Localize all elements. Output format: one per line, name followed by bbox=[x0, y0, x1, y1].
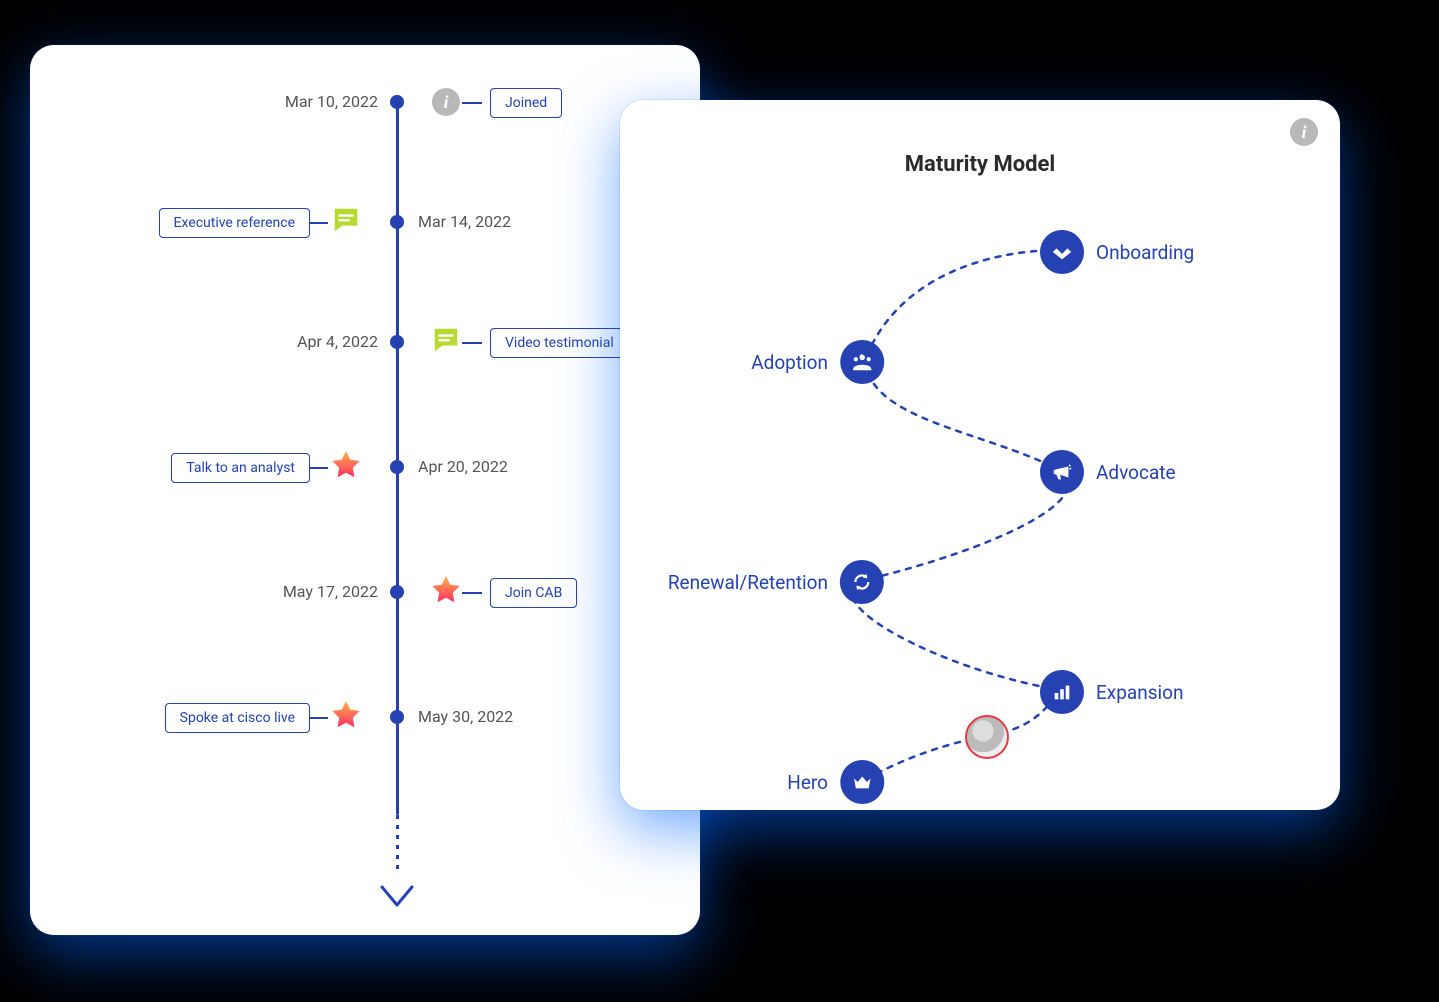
current-position-avatar[interactable] bbox=[965, 715, 1009, 759]
timeline-badge[interactable]: Video testimonial bbox=[490, 328, 629, 358]
timeline-connector bbox=[308, 717, 328, 719]
maturity-card: i Maturity Model Onboarding Adoption Advoc… bbox=[620, 100, 1340, 810]
maturity-stage-label: Advocate bbox=[1096, 461, 1176, 484]
timeline-dot bbox=[390, 460, 404, 474]
timeline-dot bbox=[390, 585, 404, 599]
maturity-path bbox=[640, 200, 1320, 790]
maturity-stage-label: Onboarding bbox=[1096, 241, 1194, 264]
maturity-stage[interactable]: Expansion bbox=[1040, 670, 1183, 714]
maturity-title: Maturity Model bbox=[620, 152, 1340, 177]
timeline-connector bbox=[462, 592, 482, 594]
timeline-connector bbox=[462, 102, 482, 104]
crown-icon bbox=[840, 760, 884, 804]
maturity-stage-label: Hero bbox=[787, 771, 828, 794]
timeline-event: Apr 4, 2022 Video testimonial bbox=[30, 320, 700, 364]
stage: Mar 10, 2022 i Joined Mar 14, 2022 Executive… bbox=[0, 0, 1439, 1002]
timeline-card: Mar 10, 2022 i Joined Mar 14, 2022 Executive… bbox=[30, 45, 700, 935]
megaphone-icon bbox=[1040, 450, 1084, 494]
maturity-stage[interactable]: Hero bbox=[787, 760, 884, 804]
timeline-date: May 17, 2022 bbox=[283, 582, 378, 601]
timeline-event: Mar 10, 2022 i Joined bbox=[30, 80, 700, 124]
chevron-down-icon[interactable] bbox=[376, 875, 418, 917]
timeline-connector bbox=[308, 467, 328, 469]
timeline-badge[interactable]: Talk to an analyst bbox=[171, 453, 310, 483]
group-icon bbox=[840, 340, 884, 384]
timeline-badge[interactable]: Executive reference bbox=[159, 208, 311, 238]
chat-icon bbox=[430, 326, 462, 358]
timeline-event: Apr 20, 2022 Talk to an analyst bbox=[30, 445, 700, 489]
timeline-axis-dotted bbox=[396, 815, 399, 875]
maturity-stage[interactable]: Renewal/Retention bbox=[668, 560, 884, 604]
timeline-event: Mar 14, 2022 Executive reference bbox=[30, 200, 700, 244]
maturity-stage-label: Expansion bbox=[1096, 681, 1183, 704]
timeline-date: Mar 10, 2022 bbox=[285, 92, 378, 111]
timeline-dot bbox=[390, 710, 404, 724]
handshake-icon bbox=[1040, 230, 1084, 274]
timeline-badge[interactable]: Join CAB bbox=[490, 578, 577, 608]
info-icon: i bbox=[430, 86, 462, 118]
timeline-date: Apr 4, 2022 bbox=[297, 332, 378, 351]
maturity-stage-label: Adoption bbox=[751, 351, 828, 374]
chart-icon bbox=[1040, 670, 1084, 714]
star-icon bbox=[430, 576, 462, 608]
star-icon bbox=[330, 451, 362, 483]
maturity-stage[interactable]: Advocate bbox=[1040, 450, 1176, 494]
timeline-connector bbox=[308, 222, 328, 224]
timeline-badge[interactable]: Joined bbox=[490, 88, 562, 118]
maturity-stage-label: Renewal/Retention bbox=[668, 571, 828, 594]
timeline-dot bbox=[390, 335, 404, 349]
chat-icon bbox=[330, 206, 362, 238]
timeline-dot bbox=[390, 215, 404, 229]
timeline-badge[interactable]: Spoke at cisco live bbox=[165, 703, 310, 733]
timeline-event: May 30, 2022 Spoke at cisco live bbox=[30, 695, 700, 739]
timeline-date: Apr 20, 2022 bbox=[418, 457, 508, 476]
maturity-stage[interactable]: Onboarding bbox=[1040, 230, 1194, 274]
timeline-connector bbox=[462, 342, 482, 344]
timeline-date: May 30, 2022 bbox=[418, 707, 513, 726]
star-icon bbox=[330, 701, 362, 733]
info-icon[interactable]: i bbox=[1290, 118, 1318, 146]
timeline-event: May 17, 2022 Join CAB bbox=[30, 570, 700, 614]
cycle-icon bbox=[840, 560, 884, 604]
timeline-dot bbox=[390, 95, 404, 109]
timeline-date: Mar 14, 2022 bbox=[418, 212, 511, 231]
maturity-stage[interactable]: Adoption bbox=[751, 340, 884, 384]
